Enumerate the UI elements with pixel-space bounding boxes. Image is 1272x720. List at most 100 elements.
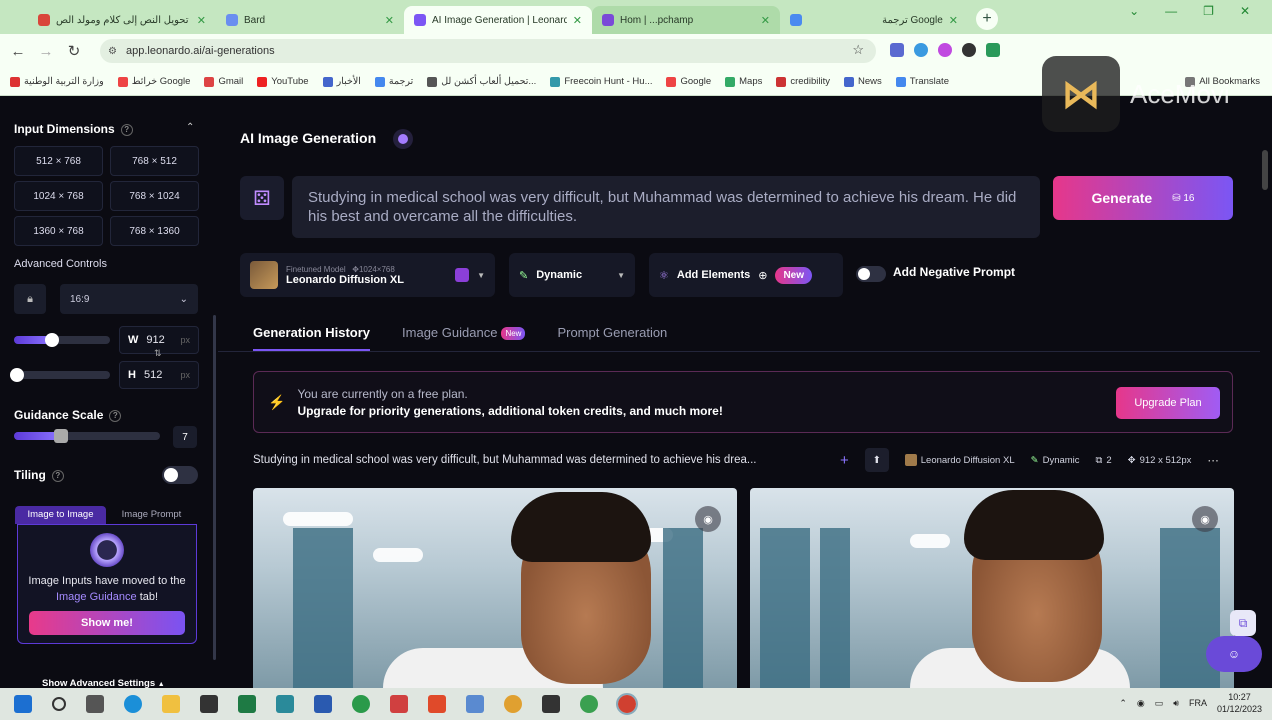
bookmark-item[interactable]: Maps xyxy=(725,76,762,87)
add-elements-button[interactable]: ⚛ Add Elements ⊕ New xyxy=(649,253,843,297)
extension-icon[interactable] xyxy=(890,43,904,57)
close-window-icon[interactable]: ✕ xyxy=(1240,4,1250,18)
dimension-512x768-button[interactable]: 512 × 768 xyxy=(14,146,103,176)
clock[interactable]: 10:27 01/12/2023 xyxy=(1217,691,1262,715)
guidance-scale-value[interactable]: 7 xyxy=(173,426,197,448)
tiling-toggle[interactable] xyxy=(162,466,198,484)
model-options-icon[interactable] xyxy=(455,268,470,282)
browser-tab-5[interactable]: ترجمة Google ✕ xyxy=(780,6,968,34)
generated-image-2[interactable]: ◉ xyxy=(750,488,1234,688)
bookmark-star-icon[interactable]: ☆ xyxy=(852,42,864,58)
swap-dimensions-icon[interactable]: ⇅ xyxy=(154,348,162,359)
history-prompt[interactable]: Studying in medical school was very diff… xyxy=(253,454,818,466)
windows-start-icon[interactable] xyxy=(14,695,32,713)
new-tab-button[interactable]: + xyxy=(976,8,998,30)
tab-generation-history[interactable]: Generation History xyxy=(253,318,371,351)
reload-icon[interactable]: ↻ xyxy=(60,42,88,60)
generated-image-1[interactable]: ◉ xyxy=(253,488,737,688)
bookmark-item[interactable]: الأخبار xyxy=(322,76,361,87)
file-explorer-icon[interactable] xyxy=(162,695,180,713)
bookmark-item[interactable]: خرائط Google xyxy=(117,76,190,87)
network-icon[interactable]: ◉ xyxy=(1137,698,1145,709)
extension-icon[interactable] xyxy=(962,43,976,57)
forward-icon[interactable]: → xyxy=(32,43,60,60)
bookmark-item[interactable]: Translate xyxy=(895,76,949,87)
url-bar[interactable]: ⚙ app.leonardo.ai/ai-generations ☆ xyxy=(100,39,876,63)
app-icon[interactable] xyxy=(276,695,294,713)
chrome-icon[interactable] xyxy=(580,695,598,713)
arrow-up-icon[interactable]: ⬆ xyxy=(864,448,889,472)
bookmark-item[interactable]: YouTube xyxy=(257,76,309,87)
more-options-icon[interactable]: ⋯ xyxy=(1207,453,1219,467)
sidebar-scrollbar[interactable] xyxy=(213,315,216,660)
app-icon[interactable] xyxy=(390,695,408,713)
chrome-icon[interactable] xyxy=(504,695,522,713)
prompt-input[interactable]: Studying in medical school was very diff… xyxy=(292,176,1040,238)
bookmark-item[interactable]: Google xyxy=(666,76,711,87)
app-icon[interactable] xyxy=(352,695,370,713)
bookmark-item[interactable]: Freecoin Hunt - Hu... xyxy=(550,76,652,87)
guidance-scale-slider[interactable] xyxy=(14,429,160,443)
battery-icon[interactable]: ▭ xyxy=(1155,698,1164,709)
bookmark-item[interactable]: Gmail xyxy=(204,76,243,87)
height-slider-knob[interactable] xyxy=(10,368,24,382)
browser-tab-1[interactable]: تحويل النص إلى كلام ومولد الص ✕ xyxy=(28,6,216,34)
extension-icon[interactable] xyxy=(914,43,928,57)
info-badge[interactable] xyxy=(393,129,413,149)
minimize-icon[interactable]: — xyxy=(1165,4,1177,18)
generate-button[interactable]: Generate ⛁ 16 xyxy=(1053,176,1233,220)
store-icon[interactable] xyxy=(200,695,218,713)
extension-icon[interactable] xyxy=(986,43,1000,57)
close-icon[interactable]: ✕ xyxy=(761,14,770,27)
show-me-button[interactable]: Show me! xyxy=(29,611,185,635)
chevron-up-icon[interactable]: ⌃ xyxy=(1119,698,1127,709)
chat-assistant-icon[interactable]: ☺ xyxy=(1206,636,1262,672)
dimension-768x1024-button[interactable]: 768 × 1024 xyxy=(110,181,199,211)
site-info-icon[interactable]: ⚙ xyxy=(108,46,117,57)
image-guidance-link[interactable]: Image Guidance xyxy=(56,591,137,603)
tab-image-prompt[interactable]: Image Prompt xyxy=(106,506,197,524)
bookmark-item[interactable]: News xyxy=(843,76,882,87)
acemovi-icon[interactable] xyxy=(542,695,560,713)
tab-image-to-image[interactable]: Image to Image xyxy=(15,506,106,524)
plus-icon[interactable]: + xyxy=(840,452,849,469)
aspect-lock-button[interactable]: 🔒︎ xyxy=(14,284,46,314)
chevron-down-icon[interactable]: ⌄ xyxy=(1129,4,1139,18)
bookmark-item[interactable]: ترجمة xyxy=(374,76,413,87)
eye-icon[interactable]: ◉ xyxy=(1192,506,1218,532)
browser-tab-3[interactable]: AI Image Generation | Leonardo ✕ xyxy=(404,6,592,34)
close-icon[interactable]: ✕ xyxy=(573,14,582,27)
help-icon[interactable]: ? xyxy=(109,409,122,422)
excel-icon[interactable] xyxy=(238,695,256,713)
help-icon[interactable]: ? xyxy=(120,123,133,136)
negative-prompt-toggle[interactable] xyxy=(856,266,886,282)
language-indicator[interactable]: FRA xyxy=(1189,698,1207,708)
close-icon[interactable]: ✕ xyxy=(385,14,394,27)
style-select[interactable]: ✎ Dynamic ▼ xyxy=(509,253,635,297)
bookmark-item[interactable]: وزارة التربية الوطنية xyxy=(10,76,104,87)
tab-image-guidance[interactable]: Image Guidance New xyxy=(402,318,526,351)
help-icon[interactable]: ? xyxy=(51,469,64,482)
close-icon[interactable]: ✕ xyxy=(949,14,958,27)
back-icon[interactable]: ← xyxy=(4,43,32,60)
extension-icon[interactable] xyxy=(938,43,952,57)
dimension-1360x768-button[interactable]: 1360 × 768 xyxy=(14,216,103,246)
dimension-768x1360-button[interactable]: 768 × 1360 xyxy=(110,216,199,246)
close-icon[interactable]: ✕ xyxy=(197,14,206,27)
search-icon[interactable] xyxy=(52,697,66,711)
width-slider-knob[interactable] xyxy=(45,333,59,347)
guidance-slider-knob[interactable] xyxy=(54,429,68,443)
app-icon[interactable] xyxy=(466,695,484,713)
dimension-768x512-button[interactable]: 768 × 512 xyxy=(110,146,199,176)
upgrade-plan-button[interactable]: Upgrade Plan xyxy=(1116,387,1220,419)
translate-float-icon[interactable]: ⧉ xyxy=(1230,610,1256,636)
browser-tab-4[interactable]: Hom | ...pchamp ✕ xyxy=(592,6,780,34)
chevron-up-icon[interactable]: ⌃ xyxy=(186,122,194,133)
tab-prompt-generation[interactable]: Prompt Generation xyxy=(557,318,667,351)
bookmark-item[interactable]: تحميل ألعاب أكشن لل... xyxy=(427,76,536,87)
word-icon[interactable] xyxy=(314,695,332,713)
main-scrollbar[interactable] xyxy=(1262,150,1268,190)
eye-icon[interactable]: ◉ xyxy=(695,506,721,532)
dimension-1024x768-button[interactable]: 1024 × 768 xyxy=(14,181,103,211)
random-prompt-button[interactable]: ⚄ xyxy=(240,176,284,220)
